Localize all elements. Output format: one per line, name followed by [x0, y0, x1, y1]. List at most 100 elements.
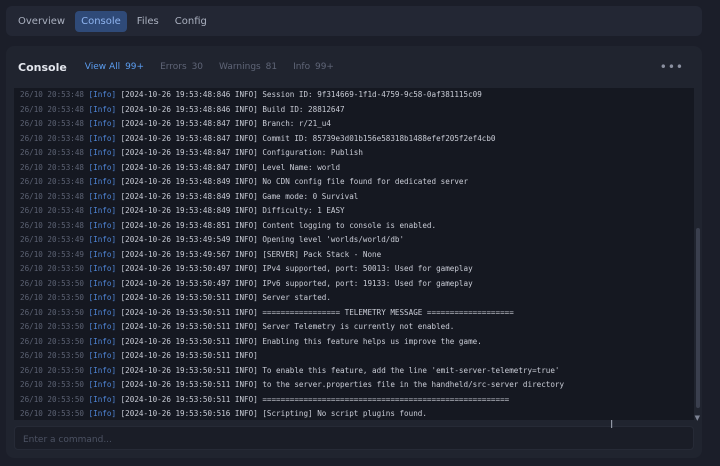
log-line: 26/10 20:53:48 [Info] [2024-10-26 19:53:… [14, 175, 694, 190]
log-timestamp: 26/10 20:53:48 [20, 206, 85, 215]
log-message: [2024-10-26 19:53:49:549 INFO] Opening l… [120, 235, 405, 244]
log-line: 26/10 20:53:49 [Info] [2024-10-26 19:53:… [14, 233, 694, 248]
log-message: [2024-10-26 19:53:48:846 INFO] Session I… [120, 90, 482, 99]
console-title: Console [18, 60, 67, 74]
log-level: [Info] [88, 249, 117, 259]
log-line: 26/10 20:53:48 [Info] [2024-10-26 19:53:… [14, 204, 694, 219]
log-line: 26/10 20:53:50 [Info] [2024-10-26 19:53:… [14, 393, 694, 408]
log-message: [2024-10-26 19:53:50:511 INFO] Server st… [120, 293, 331, 302]
tab-overview[interactable]: Overview [12, 11, 71, 32]
log-level: [Info] [88, 293, 117, 302]
log-timestamp: 26/10 20:53:50 [20, 293, 85, 302]
log-message: [2024-10-26 19:53:49:567 INFO] [SERVER] … [120, 249, 382, 259]
log-level: [Info] [88, 162, 117, 172]
log-message: [2024-10-26 19:53:48:847 INFO] Commit ID… [120, 133, 496, 143]
log-line: 26/10 20:53:48 [Info] [2024-10-26 19:53:… [14, 117, 694, 132]
log-line: 26/10 20:53:50 [Info] [2024-10-26 19:53:… [14, 306, 694, 321]
log-timestamp: 26/10 20:53:50 [20, 394, 85, 404]
filter-label: View All [84, 62, 121, 72]
log-timestamp: 26/10 20:53:48 [20, 133, 85, 143]
log-line: 26/10 20:53:48 [Info] [2024-10-26 19:53:… [14, 161, 694, 176]
command-field[interactable] [14, 426, 694, 451]
console-panel: Console View All 99+ Errors 30 Warnings … [6, 46, 702, 458]
tab-console[interactable]: Console [75, 10, 127, 32]
filter-view-all[interactable]: View All 99+ [85, 62, 144, 72]
filter-label: Warnings [219, 62, 261, 72]
log-line: 26/10 20:53:48 [Info] [2024-10-26 19:53:… [14, 88, 694, 103]
log-level: [Info] [88, 264, 117, 273]
log-timestamp: 26/10 20:53:48 [20, 191, 85, 201]
command-input[interactable] [15, 429, 693, 451]
log-line: 26/10 20:53:50 [Info] [2024-10-26 19:53:… [14, 378, 694, 393]
log-message: [2024-10-26 19:53:50:516 INFO] [Scriptin… [120, 409, 427, 418]
log-level: [Info] [88, 380, 117, 389]
log-timestamp: 26/10 20:53:48 [20, 90, 85, 99]
log-level: [Info] [88, 307, 117, 317]
console-log[interactable]: 26/10 20:53:48 [Info] [2024-10-26 19:53:… [14, 88, 694, 420]
log-line: 26/10 20:53:49 [Info] [2024-10-26 19:53:… [14, 248, 694, 263]
log-level: [Info] [88, 177, 117, 186]
log-level: [Info] [88, 148, 117, 157]
log-message: [2024-10-26 19:53:50:511 INFO] =========… [120, 394, 510, 404]
log-message: [2024-10-26 19:53:50:511 INFO] Server Te… [120, 322, 455, 331]
log-timestamp: 26/10 20:53:49 [20, 235, 85, 244]
log-line: 26/10 20:53:50 [Info] [2024-10-26 19:53:… [14, 407, 694, 420]
log-timestamp: 26/10 20:53:50 [20, 278, 85, 288]
filter-warnings[interactable]: Warnings 81 [219, 62, 277, 72]
scrollbar[interactable] [694, 88, 700, 420]
log-line: 26/10 20:53:50 [Info] [2024-10-26 19:53:… [14, 277, 694, 292]
log-message: [2024-10-26 19:53:50:511 INFO] to the se… [120, 380, 565, 389]
log-timestamp: 26/10 20:53:50 [20, 409, 85, 418]
log-line: 26/10 20:53:50 [Info] [2024-10-26 19:53:… [14, 349, 694, 364]
tab-config[interactable]: Config [169, 11, 213, 32]
log-message: [2024-10-26 19:53:50:511 INFO] =========… [120, 307, 514, 317]
log-line: 26/10 20:53:50 [Info] [2024-10-26 19:53:… [14, 320, 694, 335]
log-message: [2024-10-26 19:53:50:497 INFO] IPv6 supp… [120, 278, 473, 288]
log-line: 26/10 20:53:50 [Info] [2024-10-26 19:53:… [14, 335, 694, 350]
log-line: 26/10 20:53:48 [Info] [2024-10-26 19:53:… [14, 103, 694, 118]
tab-files[interactable]: Files [131, 11, 165, 32]
log-level: [Info] [88, 394, 117, 404]
filter-count: 99+ [125, 62, 145, 72]
log-level: [Info] [88, 206, 117, 215]
log-level: [Info] [88, 90, 117, 99]
log-timestamp: 26/10 20:53:48 [20, 162, 85, 172]
log-level: [Info] [88, 104, 117, 114]
log-level: [Info] [88, 322, 117, 331]
filter-count: 81 [265, 62, 278, 72]
log-level: [Info] [88, 351, 117, 360]
log-timestamp: 26/10 20:53:48 [20, 220, 85, 230]
log-message: [2024-10-26 19:53:48:849 INFO] No CDN co… [120, 177, 469, 186]
scroll-down-icon[interactable]: ▼ [695, 414, 700, 422]
log-level: [Info] [88, 220, 117, 230]
log-level: [Info] [88, 409, 117, 418]
log-timestamp: 26/10 20:53:48 [20, 177, 85, 186]
more-horizontal-icon[interactable]: ••• [660, 60, 684, 74]
filter-errors[interactable]: Errors 30 [160, 62, 203, 72]
log-level: [Info] [88, 191, 117, 201]
log-line: 26/10 20:53:48 [Info] [2024-10-26 19:53:… [14, 190, 694, 205]
log-line: 26/10 20:53:48 [Info] [2024-10-26 19:53:… [14, 219, 694, 234]
log-line: 26/10 20:53:50 [Info] [2024-10-26 19:53:… [14, 364, 694, 379]
log-message: [2024-10-26 19:53:50:497 INFO] IPv4 supp… [120, 264, 473, 273]
log-message: [2024-10-26 19:53:50:511 INFO] Enabling … [120, 336, 482, 346]
log-timestamp: 26/10 20:53:49 [20, 249, 85, 259]
log-message: [2024-10-26 19:53:48:847 INFO] Level Nam… [120, 162, 341, 172]
filter-count: 30 [191, 62, 204, 72]
log-level: [Info] [88, 235, 117, 244]
log-timestamp: 26/10 20:53:50 [20, 380, 85, 389]
log-message: [2024-10-26 19:53:50:511 INFO] [120, 351, 258, 360]
text-cursor-icon: I [610, 418, 614, 431]
log-line: 26/10 20:53:48 [Info] [2024-10-26 19:53:… [14, 132, 694, 147]
filter-count: 99+ [314, 62, 334, 72]
log-timestamp: 26/10 20:53:50 [20, 322, 85, 331]
log-message: [2024-10-26 19:53:48:847 INFO] Configura… [120, 148, 363, 157]
log-timestamp: 26/10 20:53:50 [20, 307, 85, 317]
log-level: [Info] [88, 336, 117, 346]
log-timestamp: 26/10 20:53:50 [20, 365, 85, 375]
filter-info[interactable]: Info 99+ [293, 62, 334, 72]
log-line: 26/10 20:53:50 [Info] [2024-10-26 19:53:… [14, 262, 694, 277]
scrollbar-thumb[interactable] [696, 228, 700, 408]
log-line: 26/10 20:53:50 [Info] [2024-10-26 19:53:… [14, 291, 694, 306]
log-message: [2024-10-26 19:53:48:849 INFO] Difficult… [120, 206, 345, 215]
